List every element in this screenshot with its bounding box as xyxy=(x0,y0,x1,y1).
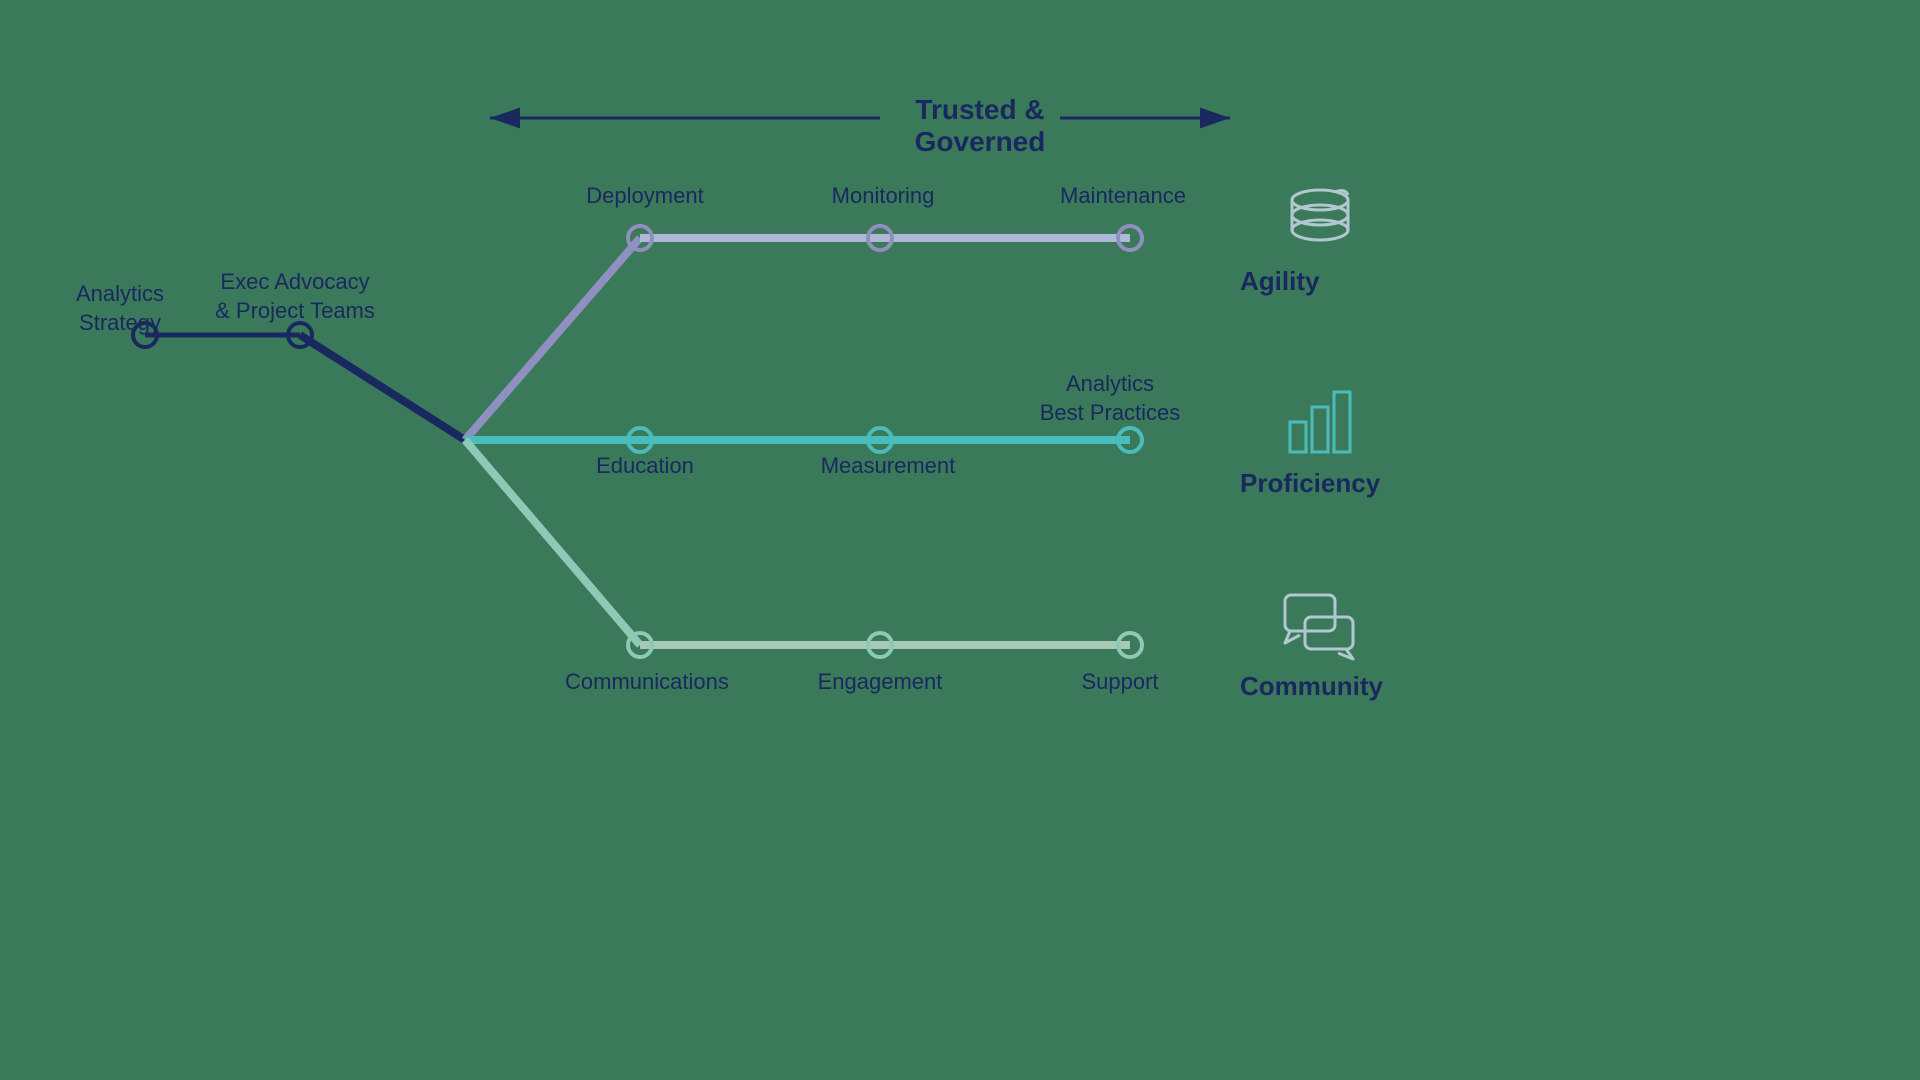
communications-text: Communications xyxy=(565,669,729,694)
education-text: Education xyxy=(596,453,694,478)
exec-advocacy-label: Exec Advocacy& Project Teams xyxy=(215,268,375,325)
best-practices-label: AnalyticsBest Practices xyxy=(1030,370,1190,427)
proficiency-icon xyxy=(1280,382,1360,462)
deployment-text: Deployment xyxy=(586,183,703,208)
analytics-label: AnalyticsStrategy xyxy=(76,281,164,335)
proficiency-icon-container: Proficiency xyxy=(1240,382,1400,462)
proficiency-category-label: Proficiency xyxy=(1240,468,1380,499)
agility-category-label: Agility xyxy=(1240,266,1319,297)
canvas: Trusted & Governed AnalyticsStrategy Exe… xyxy=(0,0,1920,1080)
best-practices-text: AnalyticsBest Practices xyxy=(1040,371,1181,425)
support-text: Support xyxy=(1081,669,1158,694)
education-label: Education xyxy=(580,452,710,481)
measurement-text: Measurement xyxy=(821,453,956,478)
engagement-text: Engagement xyxy=(818,669,943,694)
monitoring-text: Monitoring xyxy=(832,183,935,208)
monitoring-label: Monitoring xyxy=(818,182,948,211)
maintenance-text: Maintenance xyxy=(1060,183,1186,208)
maintenance-label: Maintenance xyxy=(1058,182,1188,211)
community-icon xyxy=(1280,585,1360,665)
communications-label: Communications xyxy=(565,668,720,697)
measurement-label: Measurement xyxy=(818,452,958,481)
support-label: Support xyxy=(1070,668,1170,697)
analytics-strategy-label: AnalyticsStrategy xyxy=(60,280,180,337)
exec-advocacy-text: Exec Advocacy& Project Teams xyxy=(215,269,375,323)
trusted-governed-label: Trusted & Governed xyxy=(870,94,1090,158)
community-category-label: Community xyxy=(1240,671,1383,702)
engagement-label: Engagement xyxy=(815,668,945,697)
diagram xyxy=(0,0,1920,1080)
agility-icon xyxy=(1280,180,1360,260)
community-icon-container: Community xyxy=(1240,585,1400,665)
agility-icon-container: Agility xyxy=(1240,180,1400,260)
deployment-label: Deployment xyxy=(580,182,710,211)
